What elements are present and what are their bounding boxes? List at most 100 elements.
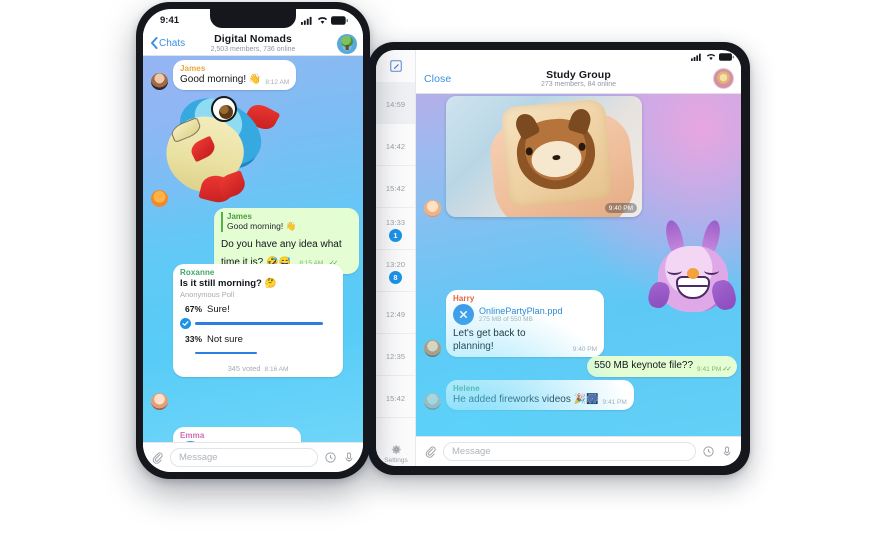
message-incoming[interactable]: Helene He added fireworks videos 🎉🎆 9:41…: [424, 380, 634, 410]
poll-option-label: Sure!: [207, 304, 230, 316]
message-bubble[interactable]: Helene He added fireworks videos 🎉🎆 9:41…: [446, 380, 634, 410]
chat-list-item[interactable]: 13:33 1: [376, 208, 415, 250]
microphone-icon[interactable]: [343, 451, 355, 464]
notch: [210, 9, 296, 28]
phone-screen: 9:41 Chats Digital Nomads 2,503 members,…: [143, 9, 363, 472]
unread-badge: 1: [389, 229, 402, 242]
message-bubble[interactable]: Emma: [173, 427, 301, 442]
signal-icon: [691, 53, 701, 61]
message-incoming[interactable]: James Good morning! 👋 8:12 AM: [151, 60, 297, 90]
message-poll[interactable]: Roxanne Is it still morning? 🤔 Anonymous…: [151, 264, 343, 410]
avatar[interactable]: [424, 340, 441, 357]
tree-trunk: [345, 44, 349, 50]
arm-left: [646, 280, 672, 310]
phone-chat-body: James Good morning! 👋 8:12 AM James Good…: [143, 56, 363, 442]
message-file[interactable]: Harry OnlinePartyPlan.ppd 275 MB of 550 …: [424, 290, 604, 357]
chat-subtitle: 273 members, 84 online: [540, 81, 617, 89]
message-bubble[interactable]: James Good morning! 👋 8:12 AM: [173, 60, 297, 90]
phone-title-block[interactable]: Digital Nomads 2,503 members, 736 online: [143, 33, 363, 53]
sidebar-item-settings[interactable]: Settings: [376, 443, 416, 464]
chat-time: 14:42: [385, 141, 406, 151]
message-text: He added fireworks videos 🎉🎆: [453, 393, 599, 405]
message-voice[interactable]: Emma: [151, 427, 301, 442]
avatar[interactable]: [424, 393, 441, 410]
file-attachment[interactable]: OnlinePartyPlan.ppd 275 MB of 550 MB: [453, 304, 597, 325]
message-outgoing[interactable]: 550 MB keynote file?? 9:41 PM ✓✓: [587, 356, 737, 377]
chat-list-item[interactable]: 13:20 8: [376, 250, 415, 292]
signal-icon: [301, 16, 312, 25]
file-name[interactable]: OnlinePartyPlan.ppd: [479, 306, 563, 316]
chat-time: 13:20: [385, 260, 406, 269]
fish-sticker[interactable]: [151, 83, 283, 206]
poll-question: Is it still morning? 🤔: [180, 277, 277, 289]
chat-list-item[interactable]: 12:35: [376, 334, 415, 376]
message-input[interactable]: Message: [443, 442, 696, 461]
avatar[interactable]: [151, 393, 168, 410]
chat-list-item[interactable]: 12:49: [376, 292, 415, 334]
tablet-main: Close Study Group 273 members, 84 online: [416, 50, 741, 466]
poll-option-label: Not sure: [207, 333, 243, 345]
tablet-chat-list[interactable]: 14:59 14:42 15:42 13:33 1 13:20 8 12:49 …: [376, 82, 415, 418]
chat-time: 13:33: [385, 218, 406, 227]
phone-message-list: James Good morning! 👋 8:12 AM James Good…: [143, 56, 363, 442]
poll-percent: 33%: [184, 333, 202, 344]
sender-name: Emma: [180, 431, 205, 440]
message-photo[interactable]: 9:40 PM: [424, 96, 642, 217]
tablet-chat-body: 9:40 PM Harry OnlinePartyPlan.ppd 275 MB…: [416, 94, 741, 436]
toast-shiba-photo[interactable]: 9:40 PM: [446, 96, 642, 217]
message-bubble[interactable]: Harry OnlinePartyPlan.ppd 275 MB of 550 …: [446, 290, 604, 357]
chat-time: 12:49: [385, 309, 406, 319]
message-time: 9:41 PM: [697, 365, 722, 373]
message-time: 9:40 PM: [604, 203, 637, 213]
sender-name: James: [180, 64, 206, 73]
message-bubble[interactable]: 550 MB keynote file?? 9:41 PM ✓✓: [587, 356, 737, 377]
poll-option[interactable]: 67% Sure!: [180, 304, 336, 329]
chat-list-item[interactable]: 14:42: [376, 124, 415, 166]
unread-badge: 8: [389, 271, 402, 284]
gear-icon: [391, 445, 401, 455]
avatar[interactable]: [151, 73, 168, 90]
avatar[interactable]: [337, 33, 357, 54]
phone-input-bar: Message: [143, 442, 363, 472]
chat-list-item[interactable]: 15:42: [376, 166, 415, 208]
paperclip-icon[interactable]: [151, 451, 164, 464]
chat-title: Study Group: [546, 68, 611, 81]
fish-eye: [211, 96, 237, 122]
message-time: 9:41 PM: [602, 399, 627, 406]
battery-icon: [719, 53, 734, 61]
clock-icon[interactable]: [324, 451, 337, 464]
snout: [687, 268, 699, 279]
chat-list-item[interactable]: 15:42: [376, 376, 415, 418]
poll-option[interactable]: 33% Not sure: [180, 334, 336, 359]
reply-quote[interactable]: James Good morning! 👋: [221, 212, 352, 232]
chat-time: 15:42: [385, 183, 406, 193]
file-size: 275 MB of 550 MB: [479, 316, 533, 324]
message-time: 9:40 PM: [572, 346, 597, 353]
ear-right: [567, 106, 594, 136]
purple-bunny-sticker[interactable]: [646, 218, 739, 318]
chat-list-item[interactable]: 14:59: [376, 82, 415, 124]
tablet-title-block[interactable]: Study Group 273 members, 84 online: [416, 69, 741, 89]
avatar[interactable]: [713, 68, 734, 89]
compose-icon[interactable]: [376, 50, 415, 82]
check-icon-empty: [180, 347, 191, 358]
eye-left: [667, 266, 682, 275]
check-icon: [180, 317, 191, 329]
clock-icon[interactable]: [702, 445, 715, 458]
avatar[interactable]: [424, 200, 441, 217]
tablet-status-bar: [691, 53, 734, 61]
chat-time: 12:35: [385, 351, 406, 361]
quote-text: Good morning! 👋: [227, 221, 297, 231]
cancel-download-icon[interactable]: [453, 304, 474, 325]
microphone-icon[interactable]: [721, 445, 733, 458]
chat-subtitle: 2,503 members, 736 online: [210, 45, 296, 53]
message-text: Good morning! 👋: [180, 73, 262, 85]
poll-bubble[interactable]: Roxanne Is it still morning? 🤔 Anonymous…: [173, 264, 343, 378]
paperclip-icon[interactable]: [424, 445, 437, 458]
avatar[interactable]: [151, 190, 168, 207]
message-input[interactable]: Message: [170, 448, 318, 467]
wifi-icon: [706, 53, 716, 61]
tablet-header: Close Study Group 273 members, 84 online: [416, 64, 741, 94]
sender-name: Harry: [453, 294, 475, 303]
message-time: 8:16 AM: [264, 366, 289, 374]
